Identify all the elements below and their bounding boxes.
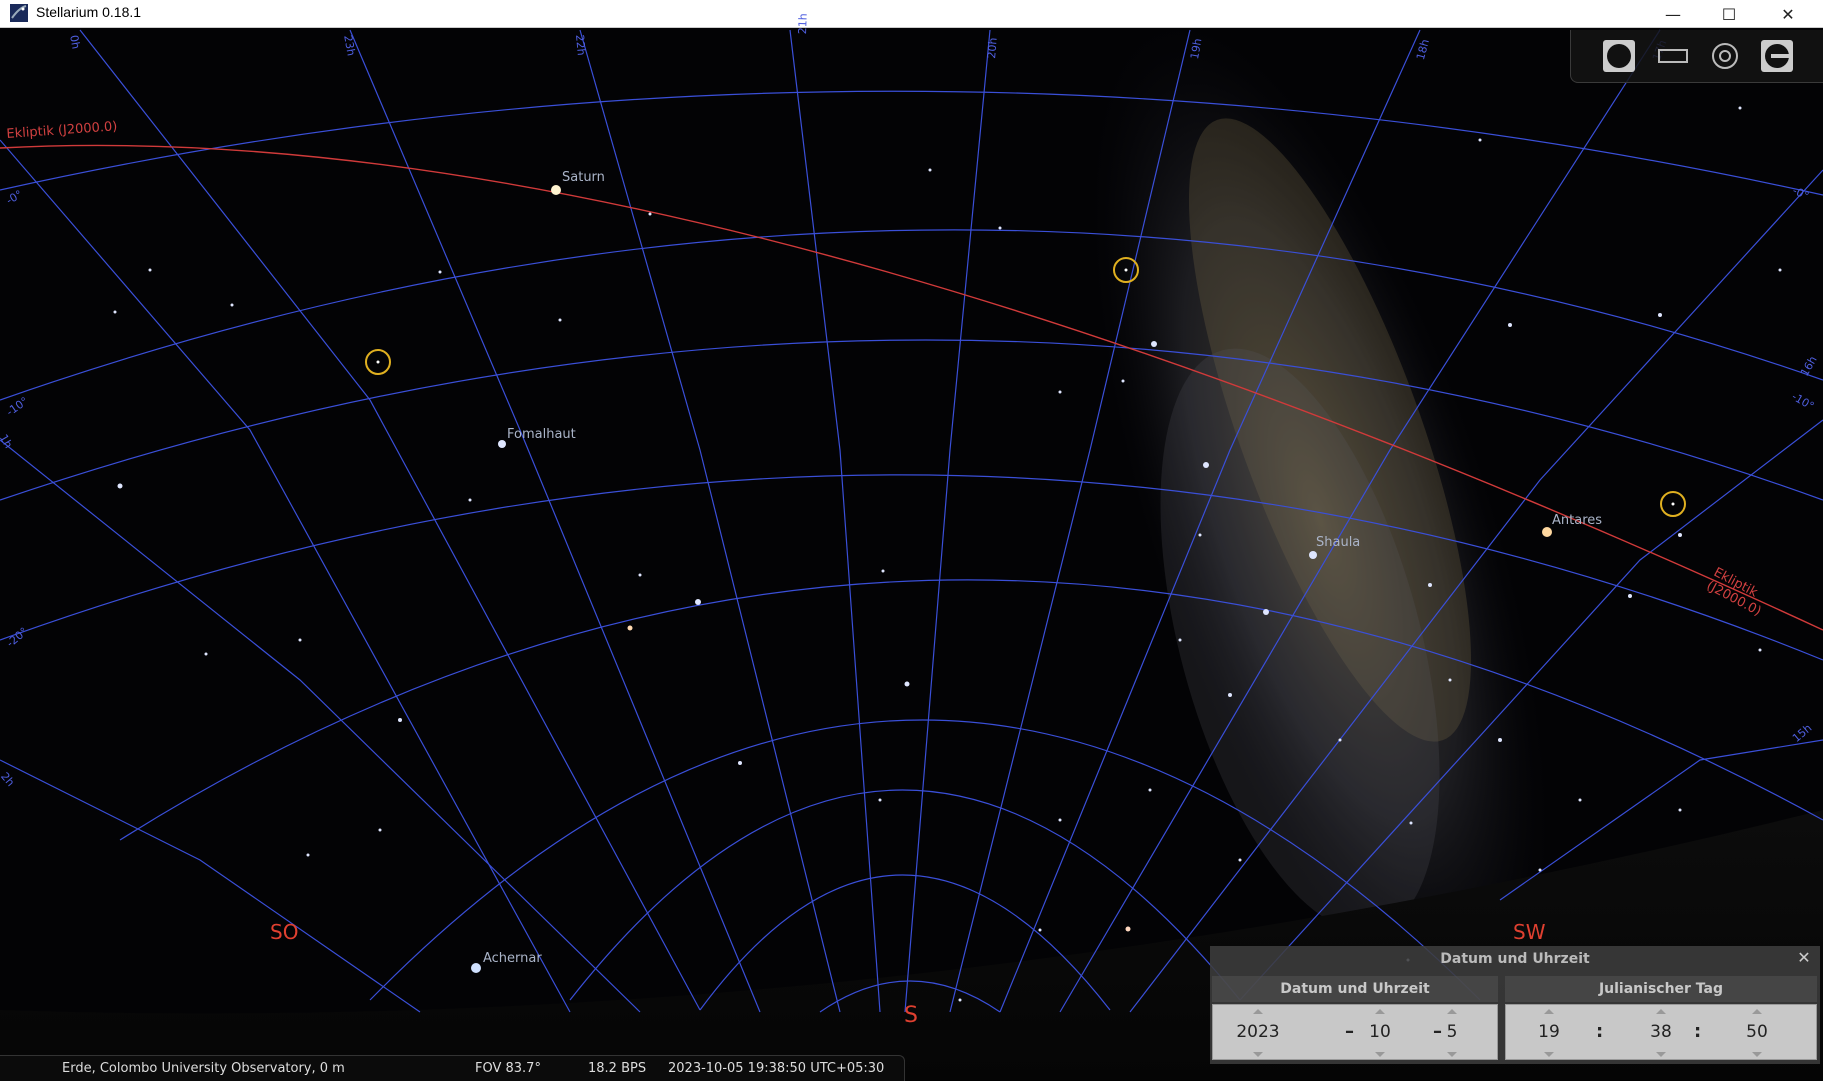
year-spinbox[interactable]: 2023 (1223, 1005, 1293, 1061)
screen-icon[interactable] (1655, 38, 1691, 74)
spin-up-icon[interactable] (1544, 1009, 1554, 1014)
location-text[interactable]: Erde, Colombo University Observatory, 0 … (62, 1061, 345, 1076)
saturn-label[interactable]: Saturn (562, 170, 605, 185)
date-spinbox-group: 2023 – 10 – 5 (1212, 1004, 1498, 1060)
close-button[interactable]: ✕ (1760, 0, 1816, 28)
fomalhaut-label[interactable]: Fomalhaut (507, 427, 576, 442)
title-bar: Stellarium 0.18.1 — ☐ ✕ (0, 0, 1823, 28)
ra-label: 21h (796, 13, 810, 35)
antares-label[interactable]: Antares (1552, 513, 1602, 528)
fps-text: 18.2 BPS (588, 1061, 647, 1076)
minimize-icon: — (1665, 4, 1681, 24)
cardinal-southeast: SO (270, 920, 299, 944)
month-spinbox[interactable]: 10 (1345, 1005, 1415, 1061)
datetime-panel: Datum und Uhrzeit ✕ Datum und Uhrzeit Ju… (1210, 946, 1820, 1064)
hour-spinbox[interactable]: 19 (1514, 1005, 1584, 1061)
spin-down-icon[interactable] (1447, 1052, 1457, 1057)
minimize-button[interactable]: — (1645, 0, 1701, 28)
close-icon: ✕ (1781, 4, 1795, 24)
maximize-icon: ☐ (1721, 4, 1737, 24)
datetime-panel-title[interactable]: Datum und Uhrzeit (1210, 946, 1820, 972)
window-title: Stellarium 0.18.1 (36, 4, 142, 20)
datetime-text[interactable]: 2023-10-05 19:38:50 UTC+05:30 (668, 1061, 884, 1076)
fov-text: FOV 83.7° (475, 1061, 541, 1076)
spin-up-icon[interactable] (1656, 1009, 1666, 1014)
achernar-label[interactable]: Achernar (483, 951, 542, 966)
target-icon[interactable] (1707, 38, 1743, 74)
time-separator: : (1596, 1021, 1604, 1042)
day-spinbox[interactable]: 5 (1417, 1005, 1487, 1061)
ra-label: 20h (985, 37, 1000, 60)
minute-spinbox[interactable]: 38 (1626, 1005, 1696, 1061)
shaula-label[interactable]: Shaula (1316, 535, 1360, 550)
spin-down-icon[interactable] (1253, 1052, 1263, 1057)
second-spinbox[interactable]: 50 (1722, 1005, 1792, 1061)
tab-date-time[interactable]: Datum und Uhrzeit (1212, 976, 1498, 1002)
stellarium-app-icon (10, 4, 28, 22)
time-spinbox-group: 19 : 38 : 50 (1505, 1004, 1817, 1060)
cardinal-south: S (904, 1003, 918, 1028)
close-icon[interactable]: ✕ (1794, 948, 1814, 968)
tab-julian-day[interactable]: Julianischer Tag (1505, 976, 1817, 1002)
spin-down-icon[interactable] (1375, 1052, 1385, 1057)
spin-up-icon[interactable] (1253, 1009, 1263, 1014)
spin-down-icon[interactable] (1752, 1052, 1762, 1057)
spin-up-icon[interactable] (1375, 1009, 1385, 1014)
ra-label: 22h (573, 34, 588, 57)
status-bar: Erde, Colombo University Observatory, 0 … (0, 1055, 905, 1081)
spin-down-icon[interactable] (1544, 1052, 1554, 1057)
maximize-button[interactable]: ☐ (1701, 0, 1757, 28)
spin-up-icon[interactable] (1752, 1009, 1762, 1014)
cardinal-southwest: SW (1513, 920, 1546, 944)
spin-up-icon[interactable] (1447, 1009, 1457, 1014)
full-sky-icon[interactable] (1601, 38, 1637, 74)
time-separator: : (1694, 1021, 1702, 1042)
top-right-toolbar (1570, 30, 1823, 83)
ra-label: 0h (67, 34, 83, 51)
spin-down-icon[interactable] (1656, 1052, 1666, 1057)
exit-icon[interactable] (1759, 38, 1795, 74)
